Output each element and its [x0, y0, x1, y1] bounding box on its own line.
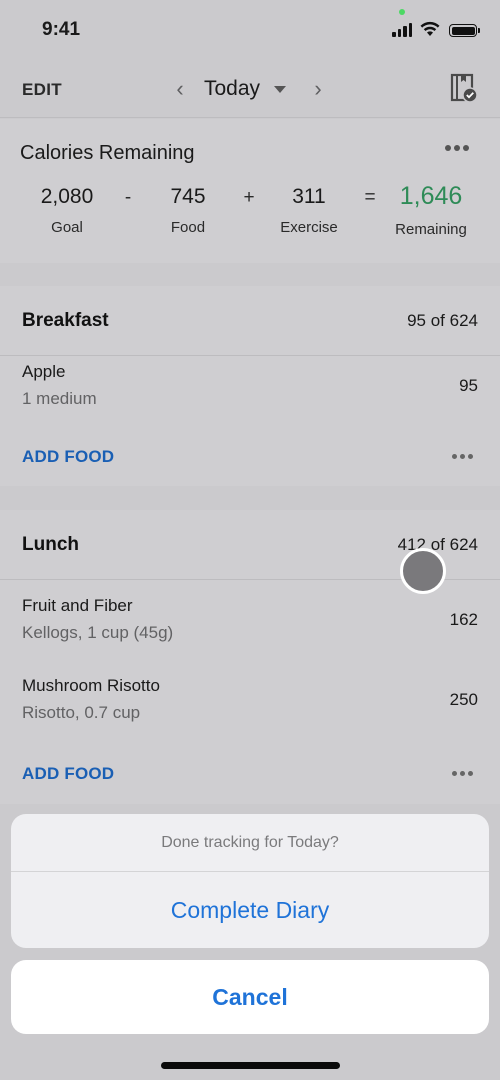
food-item[interactable]: Fruit and Fiber Kellogs, 1 cup (45g) 162 [0, 590, 500, 662]
remaining-label: Remaining [395, 221, 467, 238]
calories-remaining-card: Calories Remaining 2,080 Goal - 745 Food… [0, 119, 500, 263]
date-label[interactable]: Today [204, 77, 260, 101]
meal-card-breakfast: Breakfast 95 of 624 Apple 1 medium 95 AD… [0, 286, 500, 486]
plus-operator: + [243, 187, 255, 208]
action-sheet: Done tracking for Today? Complete Diary [11, 814, 489, 948]
goal-stat: 2,080 Goal [41, 185, 94, 236]
meal-name: Lunch [22, 534, 79, 555]
status-time: 9:41 [42, 19, 81, 40]
more-options-icon[interactable] [452, 454, 473, 459]
more-options-icon[interactable] [445, 145, 469, 151]
exercise-value: 311 [292, 185, 326, 208]
microphone-active-dot-icon [399, 9, 405, 15]
action-sheet-message: Done tracking for Today? [11, 814, 489, 872]
cancel-button[interactable]: Cancel [11, 960, 489, 1034]
food-name: Mushroom Risotto [22, 676, 160, 695]
goal-label: Goal [51, 219, 83, 236]
food-desc: Risotto, 0.7 cup [22, 703, 141, 722]
edit-button[interactable]: EDIT [22, 80, 62, 100]
remaining-stat: 1,646 Remaining [395, 182, 467, 238]
touch-indicator [400, 548, 446, 594]
food-calories: 250 [449, 690, 478, 709]
food-calories: 162 [449, 610, 478, 629]
remaining-value: 1,646 [399, 182, 463, 210]
home-indicator[interactable] [161, 1062, 340, 1069]
chevron-left-icon[interactable]: ‹ [170, 76, 190, 102]
food-name: Fruit and Fiber [22, 596, 133, 615]
battery-tip [478, 28, 480, 33]
chevron-right-icon[interactable]: › [308, 76, 328, 102]
calories-title: Calories Remaining [20, 142, 195, 164]
meal-name: Breakfast [22, 310, 109, 331]
more-options-icon[interactable] [452, 771, 473, 776]
food-label: Food [170, 219, 206, 236]
goal-value: 2,080 [40, 185, 94, 208]
calorie-equation: 2,080 Goal - 745 Food + 311 Exercise = 1… [0, 182, 500, 245]
meal-total: 95 of 624 [407, 311, 478, 330]
exercise-stat: 311 Exercise [280, 185, 338, 236]
add-food-button[interactable]: ADD FOOD [22, 764, 114, 784]
status-bar: 9:41 [0, 0, 500, 60]
complete-diary-button[interactable]: Complete Diary [11, 873, 489, 948]
add-food-button[interactable]: ADD FOOD [22, 447, 114, 467]
diary-complete-icon[interactable] [450, 73, 478, 103]
exercise-label: Exercise [280, 219, 338, 236]
food-name: Apple [22, 362, 66, 381]
food-value: 745 [170, 185, 206, 208]
food-item[interactable]: Mushroom Risotto Risotto, 0.7 cup 250 [0, 670, 500, 742]
equals-operator: = [364, 187, 376, 208]
battery-icon [449, 24, 477, 37]
food-calories: 95 [459, 376, 478, 395]
nav-bar: EDIT ‹ Today › [0, 60, 500, 118]
signal-icon [392, 23, 412, 37]
food-item[interactable]: Apple 1 medium 95 [0, 356, 500, 428]
minus-operator: - [124, 187, 132, 208]
wifi-icon [420, 21, 440, 36]
meal-header[interactable]: Breakfast 95 of 624 [0, 286, 500, 356]
date-navigator: ‹ Today › [170, 74, 328, 104]
food-stat: 745 Food [170, 185, 205, 236]
caret-down-icon[interactable] [274, 85, 287, 93]
food-desc: Kellogs, 1 cup (45g) [22, 623, 174, 642]
food-desc: 1 medium [22, 389, 97, 408]
